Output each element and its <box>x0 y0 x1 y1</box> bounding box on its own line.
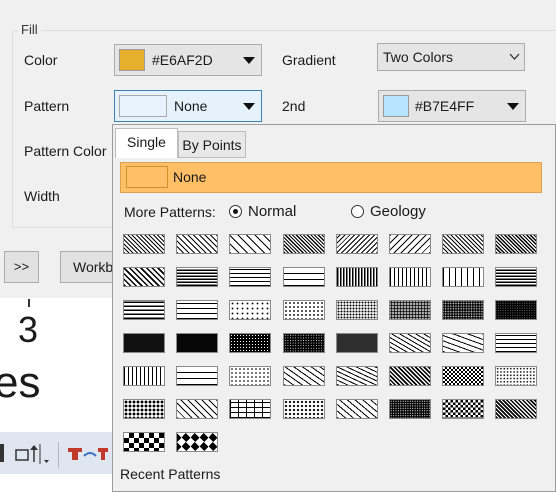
pattern-swatch-dots-medium[interactable] <box>336 300 378 320</box>
pattern-swatch-zigzag[interactable] <box>283 366 325 386</box>
pattern-swatch-diamonds-large[interactable] <box>176 432 218 452</box>
pattern-swatch-dots-heavier[interactable] <box>495 300 537 320</box>
pattern-swatch-dots-fine[interactable] <box>283 300 325 320</box>
pattern-swatch-checker-medium[interactable] <box>442 399 484 419</box>
pattern-swatch-confetti-small[interactable] <box>229 366 271 386</box>
pattern-swatch-checker-large[interactable] <box>123 432 165 452</box>
pattern-swatch-crosshatch-dense[interactable] <box>495 234 537 254</box>
pattern-swatch-crosshatch-diagonal[interactable] <box>123 267 165 287</box>
pattern-swatch-dots-heavy[interactable] <box>442 300 484 320</box>
pattern-swatch-diagonal-dashes[interactable] <box>389 333 431 353</box>
pattern-swatch-dots-sparse[interactable] <box>229 300 271 320</box>
pattern-swatch-shade-black-fine[interactable] <box>336 333 378 353</box>
pattern-swatch-hatch-diagonal-back[interactable] <box>336 234 378 254</box>
pattern-swatch-shade-black-dots[interactable] <box>229 333 271 353</box>
pattern-swatch-vertical-medium[interactable] <box>389 267 431 287</box>
pattern-swatch-crosshatch-black[interactable] <box>495 399 537 419</box>
pattern-grid <box>0 0 556 492</box>
pattern-swatch-dots-random[interactable] <box>495 366 537 386</box>
pattern-swatch-checker-small[interactable] <box>442 366 484 386</box>
pattern-swatch-horizontal-dense[interactable] <box>176 267 218 287</box>
pattern-swatch-horizontal-dashes[interactable] <box>495 333 537 353</box>
pattern-swatch-grid-light[interactable] <box>176 366 218 386</box>
pattern-swatch-wave[interactable] <box>336 366 378 386</box>
recent-patterns-label: Recent Patterns <box>120 466 221 482</box>
pattern-swatch-bricks[interactable] <box>229 399 271 419</box>
pattern-swatch-vertical-dense[interactable] <box>336 267 378 287</box>
pattern-swatch-grid-medium[interactable] <box>176 300 218 320</box>
pattern-swatch-diamonds-dots[interactable] <box>283 399 325 419</box>
pattern-swatch-diagonal-bricks-dashes[interactable] <box>442 333 484 353</box>
pattern-swatch-horizontal-wide[interactable] <box>283 267 325 287</box>
pattern-swatch-hatch-wide-diagonal[interactable] <box>229 234 271 254</box>
pattern-swatch-vertical-dashes[interactable] <box>123 366 165 386</box>
pattern-swatch-dense-grid-dark[interactable] <box>389 399 431 419</box>
pattern-swatch-horizontal-medium[interactable] <box>229 267 271 287</box>
pattern-swatch-hatch-dense-diagonal[interactable] <box>283 234 325 254</box>
pattern-swatch-shade-black[interactable] <box>283 333 325 353</box>
pattern-swatch-shade-darker[interactable] <box>176 333 218 353</box>
pattern-swatch-hatch-wide-back[interactable] <box>389 234 431 254</box>
pattern-swatch-grid-dense[interactable] <box>495 267 537 287</box>
pattern-swatch-crosshatch-fine[interactable] <box>442 234 484 254</box>
pattern-swatch-shade-dark[interactable] <box>123 333 165 353</box>
pattern-swatch-hatch-diagonal[interactable] <box>176 234 218 254</box>
pattern-swatch-diagonal-weave[interactable] <box>389 366 431 386</box>
pattern-swatch-scales[interactable] <box>336 399 378 419</box>
pattern-swatch-hatch-fine-diagonal[interactable] <box>123 234 165 254</box>
pattern-swatch-grid-bold[interactable] <box>123 300 165 320</box>
pattern-swatch-vertical-wide[interactable] <box>442 267 484 287</box>
pattern-swatch-pebbles[interactable] <box>123 399 165 419</box>
pattern-swatch-dots-dense[interactable] <box>389 300 431 320</box>
pattern-swatch-trellis[interactable] <box>176 399 218 419</box>
